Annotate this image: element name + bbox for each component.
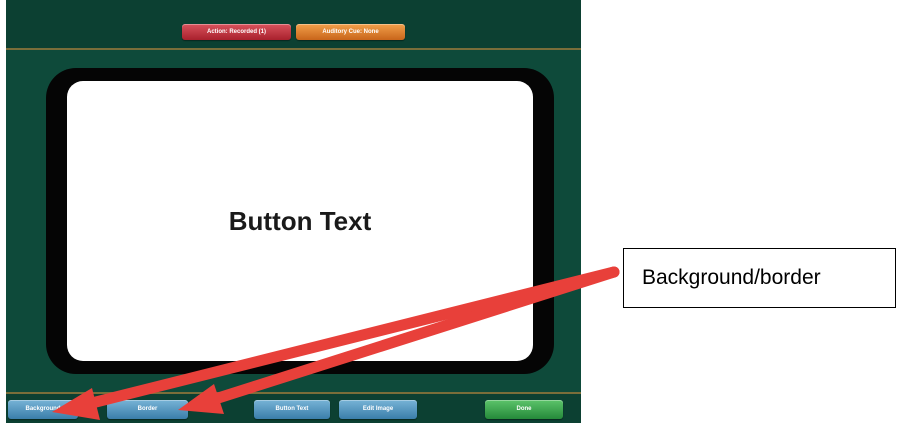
done-button[interactable]: Done — [485, 400, 563, 419]
callout-label: Background/border — [623, 248, 896, 308]
app-window: Action: Recorded (1) Auditory Cue: None … — [6, 0, 581, 423]
background-button[interactable]: Background — [8, 400, 78, 419]
button-text-button[interactable]: Button Text — [254, 400, 330, 419]
screenshot-stage: Action: Recorded (1) Auditory Cue: None … — [0, 0, 897, 423]
button-preview[interactable]: Button Text — [67, 81, 533, 361]
top-toolbar — [6, 0, 581, 50]
button-preview-text: Button Text — [228, 205, 372, 236]
auditory-cue-button[interactable]: Auditory Cue: None — [296, 24, 405, 40]
action-recorded-button[interactable]: Action: Recorded (1) — [182, 24, 291, 40]
edit-image-button[interactable]: Edit Image — [339, 400, 417, 419]
border-button[interactable]: Border — [107, 400, 188, 419]
